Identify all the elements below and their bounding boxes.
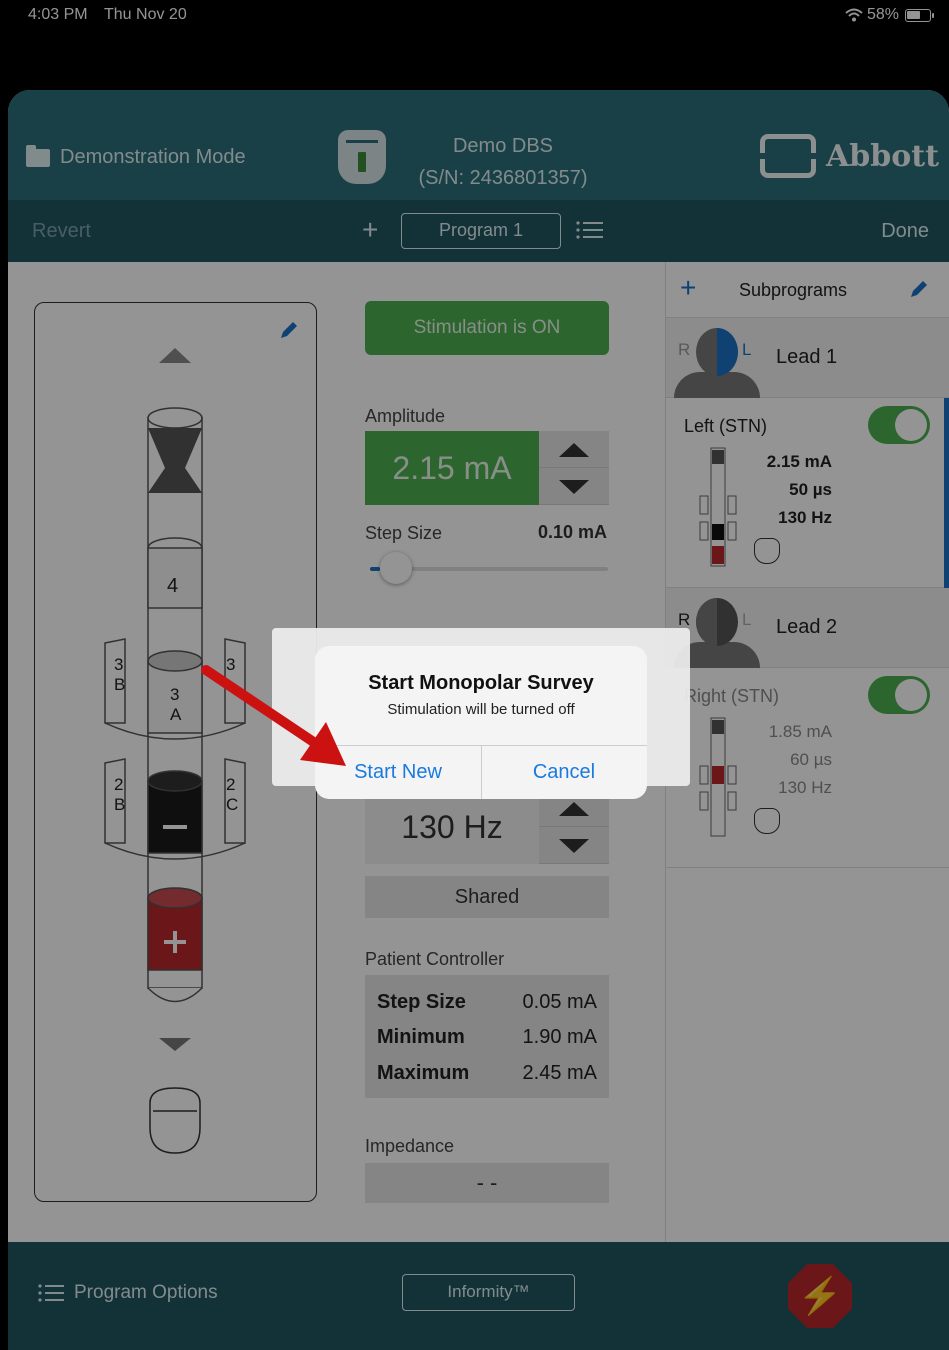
dialog-title: Start Monopolar Survey	[368, 672, 594, 694]
start-new-button[interactable]: Start New	[315, 745, 481, 799]
cancel-button[interactable]: Cancel	[481, 745, 647, 799]
monopolar-survey-dialog: Start Monopolar Survey Stimulation will …	[315, 646, 647, 799]
dialog-message: Stimulation will be turned off	[387, 701, 575, 718]
